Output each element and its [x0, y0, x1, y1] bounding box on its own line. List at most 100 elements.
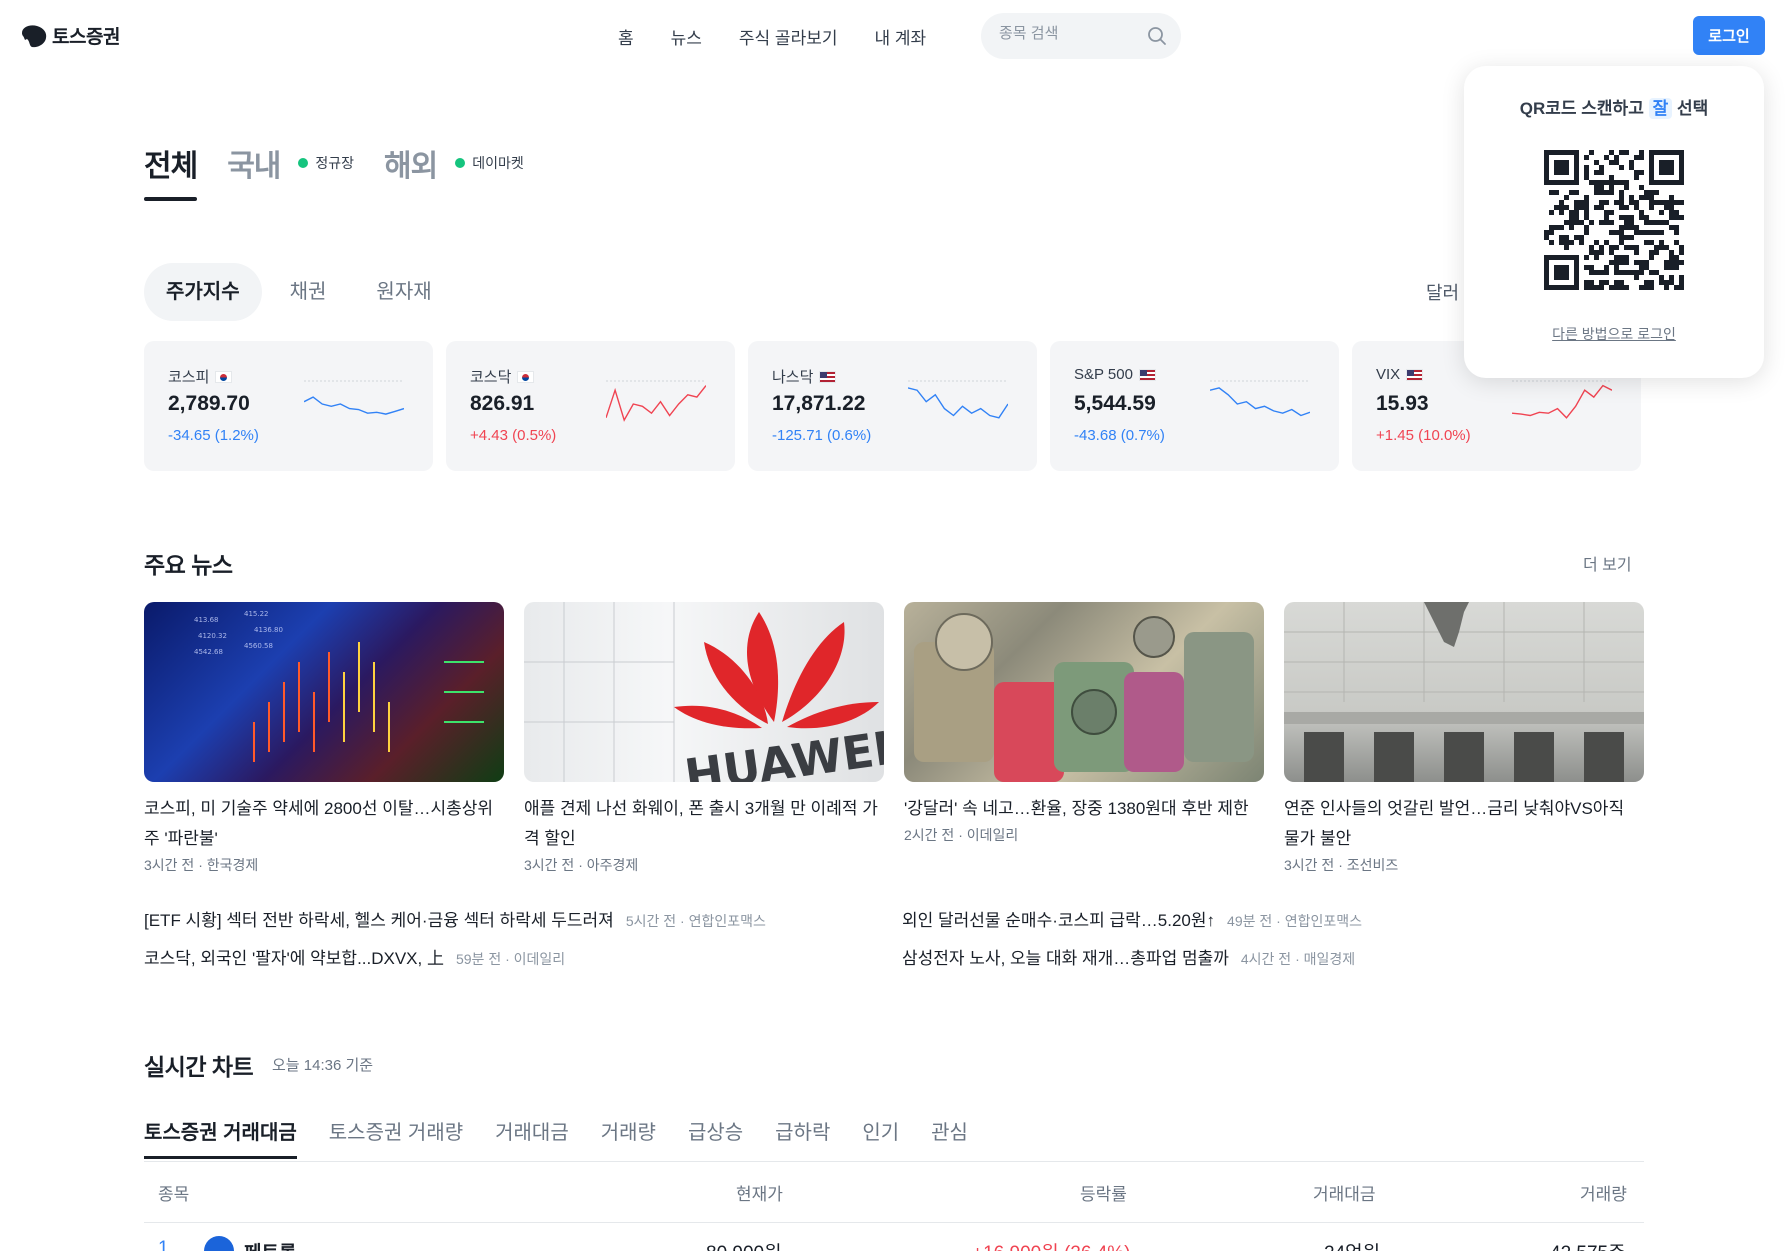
index-card[interactable]: 코스닥 826.91 +4.43 (0.5%) — [446, 341, 735, 471]
news-meta: 2시간 전 · 이데일리 — [904, 827, 1019, 843]
tab-watchlist[interactable]: 관심 — [931, 1116, 968, 1145]
news-list-title[interactable]: 코스닥, 외국인 '팔자'에 약보합...DXVX, 上 — [144, 949, 444, 968]
news-list-item[interactable]: [ETF 시황] 섹터 전반 하락세, 헬스 케어·금융 섹터 하락세 두드러져… — [144, 906, 766, 931]
index-name: 나스닥 — [772, 366, 837, 387]
news-thumbnail-currency — [904, 602, 1264, 782]
index-name: S&P 500 — [1074, 366, 1156, 383]
tab-bond[interactable]: 채권 — [268, 263, 349, 321]
sparkline-chart — [1210, 380, 1310, 417]
index-change: -34.65 (1.2%) — [168, 427, 259, 444]
fed-building-graphic — [1284, 602, 1644, 782]
column-header-price[interactable]: 현재가 — [736, 1180, 783, 1205]
svg-text:4542.68: 4542.68 — [194, 648, 223, 656]
index-name: VIX — [1376, 366, 1424, 383]
nav-stock-screener[interactable]: 주식 골라보기 — [739, 24, 838, 49]
tab-toss-trade-volume[interactable]: 토스증권 거래량 — [329, 1116, 463, 1145]
sparkline-line — [304, 396, 404, 415]
index-change: -43.68 (0.7%) — [1074, 427, 1165, 444]
news-list-item[interactable]: 코스닥, 외국인 '팔자'에 약보합...DXVX, 上 59분 전 · 이데일리 — [144, 944, 565, 969]
toss-logo[interactable]: 토스증권 — [20, 22, 120, 49]
tab-commodity[interactable]: 원자재 — [354, 263, 453, 321]
tab-trade-volume[interactable]: 거래량 — [601, 1116, 656, 1145]
news-list-meta: 49분 전 · 연합인포맥스 — [1227, 913, 1362, 929]
tab-overseas[interactable]: 해외 데이마켓 — [384, 141, 524, 185]
tab-domestic[interactable]: 국내 정규장 — [227, 141, 354, 185]
sparkline-line — [908, 387, 1008, 419]
login-button[interactable]: 로그인 — [1693, 16, 1765, 55]
search-icon[interactable] — [1147, 26, 1167, 46]
qr-title-before: QR코드 스캔하고 — [1519, 99, 1644, 118]
news-thumbnail-fed-building — [1284, 602, 1644, 782]
news-title[interactable]: '강달러' 속 네고…환율, 장중 1380원대 후반 제한 — [904, 794, 1264, 824]
svg-text:413.68: 413.68 — [194, 616, 219, 624]
row-price: 80,900원 — [706, 1238, 782, 1251]
column-header-trade-amount[interactable]: 거래대금 — [1313, 1180, 1376, 1205]
column-header-volume[interactable]: 거래량 — [1580, 1180, 1627, 1205]
tab-popular[interactable]: 인기 — [862, 1116, 899, 1145]
news-card[interactable]: '강달러' 속 네고…환율, 장중 1380원대 후반 제한 2시간 전 · 이… — [904, 602, 1264, 875]
logo-text: 토스증권 — [52, 27, 120, 48]
sparkline-chart — [606, 380, 706, 422]
news-card[interactable]: HUAWEI 애플 견제 나선 화웨이, 폰 출시 3개월 만 이례적 가격 할… — [524, 602, 884, 875]
domestic-status: 정규장 — [315, 155, 355, 171]
tab-stock-index[interactable]: 주가지수 — [144, 263, 262, 321]
us-flag-icon — [1138, 368, 1156, 381]
tab-toss-trade-amount[interactable]: 토스증권 거래대금 — [144, 1116, 297, 1159]
index-name: 코스피 — [168, 366, 233, 387]
news-title[interactable]: 코스피, 미 기술주 약세에 2800선 이탈…시총상위주 '파란불' — [144, 794, 504, 854]
nav-my-account[interactable]: 내 계좌 — [875, 24, 927, 49]
svg-text:4136.80: 4136.80 — [254, 626, 283, 634]
tab-trade-amount[interactable]: 거래대금 — [495, 1116, 569, 1145]
search-input[interactable] — [999, 25, 1139, 42]
row-volume: 42,575주 — [1550, 1238, 1626, 1251]
column-header-change-rate[interactable]: 등락률 — [1080, 1180, 1127, 1205]
tab-all[interactable]: 전체 — [144, 141, 198, 201]
row-trade-amount: 24억원 — [1324, 1238, 1380, 1251]
news-thumbnail-huawei: HUAWEI — [524, 602, 884, 782]
news-list-meta: 5시간 전 · 연합인포맥스 — [625, 913, 766, 929]
index-name-label: VIX — [1376, 366, 1401, 383]
news-list-meta: 59분 전 · 이데일리 — [455, 951, 566, 967]
index-name-label: 나스닥 — [772, 369, 814, 386]
news-more-link[interactable]: 더 보기 — [1583, 551, 1632, 575]
tab-surge[interactable]: 급상승 — [688, 1116, 743, 1145]
news-meta: 3시간 전 · 한국경제 — [144, 857, 259, 873]
index-card[interactable]: 코스피 2,789.70 -34.65 (1.2%) — [144, 341, 433, 471]
divider — [144, 1161, 1644, 1162]
nav-news[interactable]: 뉴스 — [671, 24, 702, 49]
news-list-item[interactable]: 외인 달러선물 순매수·코스피 급락…5.20원↑ 49분 전 · 연합인포맥스 — [902, 906, 1362, 931]
news-card[interactable]: 연준 인사들의 엇갈린 발언…금리 낮춰야VS아직 물가 불안 3시간 전 · … — [1284, 602, 1644, 875]
tab-plunge[interactable]: 급하락 — [775, 1116, 830, 1145]
other-login-link[interactable]: 다른 방법으로 로그인 — [1464, 324, 1764, 344]
market-tabs: 전체 국내 정규장 해외 데이마켓 — [144, 141, 554, 201]
currency-toggle[interactable]: 달러 — [1426, 279, 1459, 305]
index-change: -125.71 (0.6%) — [772, 427, 872, 444]
index-value: 826.91 — [470, 392, 535, 415]
nav-home[interactable]: 홈 — [618, 24, 634, 49]
column-header-stock: 종목 — [158, 1185, 190, 1204]
stock-board-graphic: 413.68 415.22 4120.32 4136.80 4542.68 4560.… — [194, 610, 484, 762]
news-meta: 3시간 전 · 조선비즈 — [1284, 857, 1399, 873]
index-card[interactable]: 나스닥 17,871.22 -125.71 (0.6%) — [748, 341, 1037, 471]
search-box[interactable] — [981, 13, 1181, 59]
index-card[interactable]: S&P 500 5,544.59 -43.68 (0.7%) — [1050, 341, 1339, 471]
news-list-title[interactable]: [ETF 시황] 섹터 전반 하락세, 헬스 케어·금융 섹터 하락세 두드러져 — [144, 911, 614, 930]
news-list-meta: 4시간 전 · 매일경제 — [1240, 951, 1356, 967]
top-header: 토스증권 홈 뉴스 주식 골라보기 내 계좌 로그인 — [0, 0, 1787, 72]
korea-flag-icon — [215, 370, 233, 383]
qr-code-image — [1544, 150, 1684, 290]
news-list-title[interactable]: 삼성전자 노사, 오늘 대화 재개…총파업 멈출까 — [902, 949, 1229, 968]
news-card[interactable]: 413.68 415.22 4120.32 4136.80 4542.68 4560.… — [144, 602, 504, 875]
sparkline-line — [606, 385, 706, 422]
news-title[interactable]: 애플 견제 나선 화웨이, 폰 출시 3개월 만 이례적 가격 할인 — [524, 794, 884, 854]
sparkline-chart — [1512, 380, 1612, 419]
realtime-tabs: 토스증권 거래대금 토스증권 거래량 거래대금 거래량 급상승 급하락 인기 관… — [144, 1116, 968, 1159]
asset-tabs: 주가지수 채권 원자재 — [144, 263, 460, 321]
divider — [144, 1222, 1644, 1223]
news-title[interactable]: 연준 인사들의 엇갈린 발언…금리 낮춰야VS아직 물가 불안 — [1284, 794, 1644, 854]
row-stock-name[interactable]: 페트롤 — [244, 1238, 296, 1251]
news-list-title[interactable]: 외인 달러선물 순매수·코스피 급락…5.20원↑ — [902, 911, 1215, 930]
svg-text:4560.58: 4560.58 — [244, 642, 273, 650]
index-name-label: 코스닥 — [470, 369, 512, 386]
news-list-item[interactable]: 삼성전자 노사, 오늘 대화 재개…총파업 멈출까 4시간 전 · 매일경제 — [902, 944, 1355, 969]
